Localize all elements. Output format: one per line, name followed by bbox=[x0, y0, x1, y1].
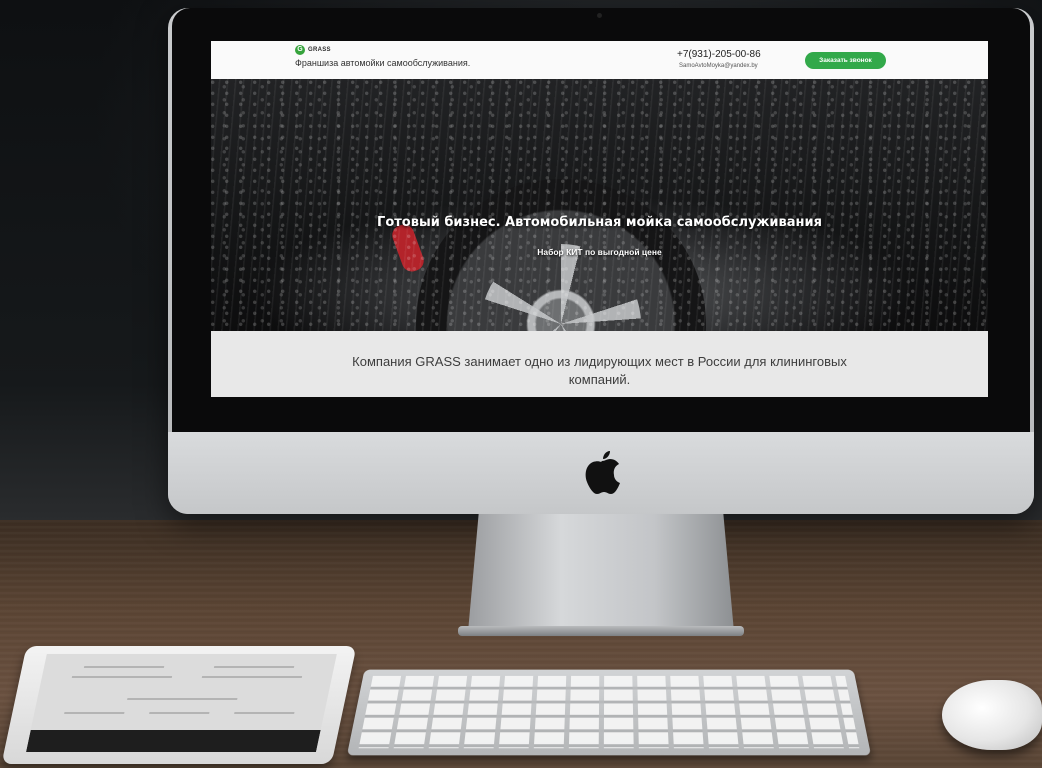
hero-water-streaks bbox=[211, 79, 988, 331]
ipad-content-line bbox=[71, 676, 173, 678]
ipad-content-line bbox=[234, 712, 295, 714]
hero-section: Готовый бизнес. Автомобильная мойка само… bbox=[211, 79, 988, 331]
magic-mouse bbox=[942, 680, 1042, 750]
imac-stand bbox=[468, 514, 734, 632]
email-link[interactable]: SamoAvtoMoyka@yandex.by bbox=[679, 63, 758, 69]
ipad-content-line bbox=[201, 676, 303, 678]
ipad-content-line bbox=[64, 712, 125, 714]
keyboard bbox=[346, 669, 872, 756]
apple-icon bbox=[585, 451, 620, 494]
callback-button[interactable]: Заказать звонок bbox=[805, 52, 886, 69]
site-header: G GRASS Франшиза автомойки самообслужива… bbox=[211, 41, 988, 80]
camera-icon bbox=[597, 13, 602, 18]
ipad-content-line bbox=[83, 666, 165, 668]
about-section: Компания GRASS занимает одно из лидирующ… bbox=[211, 331, 988, 397]
imac-stand-foot bbox=[458, 626, 744, 636]
site-logo[interactable]: G GRASS bbox=[295, 45, 331, 55]
hero-subtitle: Набор КИТ по выгодной цене bbox=[537, 247, 662, 257]
hero-title: Готовый бизнес. Автомобильная мойка само… bbox=[377, 215, 822, 230]
logo-text: GRASS bbox=[308, 47, 331, 53]
ipad-site-footer bbox=[26, 730, 321, 752]
site-tagline: Франшиза автомойки самообслуживания. bbox=[295, 58, 471, 68]
ipad-content-line bbox=[213, 666, 295, 668]
phone-link[interactable]: +7(931)-205-00-86 bbox=[677, 49, 761, 60]
about-text: Компания GRASS занимает одно из лидирующ… bbox=[352, 354, 847, 387]
ipad-content-line bbox=[149, 712, 210, 714]
ipad-screen bbox=[26, 654, 337, 752]
ipad-device bbox=[1, 646, 357, 764]
keyboard-keys bbox=[358, 675, 860, 749]
ipad-content-line bbox=[127, 698, 238, 700]
grass-logo-icon: G bbox=[295, 45, 305, 55]
imac-screen: G GRASS Франшиза автомойки самообслужива… bbox=[211, 41, 988, 397]
